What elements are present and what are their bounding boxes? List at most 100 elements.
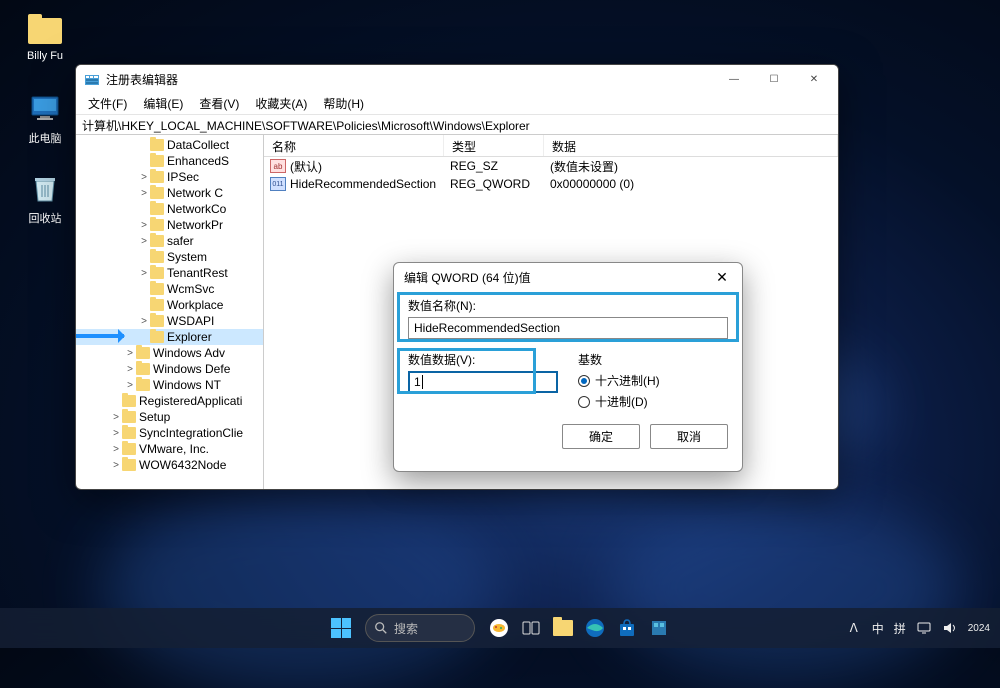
menu-file[interactable]: 文件(F) bbox=[80, 93, 135, 114]
tree-label: WSDAPI bbox=[167, 314, 214, 328]
menu-help[interactable]: 帮助(H) bbox=[315, 93, 372, 114]
value-data-input[interactable]: 1 bbox=[408, 371, 558, 393]
tree-label: Windows NT bbox=[153, 378, 221, 392]
close-button[interactable]: ✕ bbox=[794, 67, 834, 91]
tree-label: IPSec bbox=[167, 170, 199, 184]
menu-edit[interactable]: 编辑(E) bbox=[135, 93, 191, 114]
dialog-titlebar[interactable]: 编辑 QWORD (64 位)值 ✕ bbox=[394, 263, 742, 291]
tree-label: Setup bbox=[139, 410, 170, 424]
tree-item[interactable]: DataCollect bbox=[76, 137, 263, 153]
folder-icon bbox=[150, 331, 164, 343]
menubar: 文件(F) 编辑(E) 查看(V) 收藏夹(A) 帮助(H) bbox=[76, 93, 838, 115]
list-row[interactable]: ab(默认)REG_SZ(数值未设置) bbox=[264, 157, 838, 175]
tree-item[interactable]: EnhancedS bbox=[76, 153, 263, 169]
tree-item[interactable]: WcmSvc bbox=[76, 281, 263, 297]
tree-view[interactable]: DataCollectEnhancedS>IPSec>Network CNetw… bbox=[76, 135, 264, 489]
folder-icon bbox=[150, 187, 164, 199]
taskbar-app-1[interactable] bbox=[485, 614, 513, 642]
volume-icon[interactable] bbox=[942, 620, 958, 636]
folder-icon bbox=[122, 395, 136, 407]
ime-indicator-1[interactable]: 中 bbox=[872, 620, 884, 637]
tree-item[interactable]: >VMware, Inc. bbox=[76, 441, 263, 457]
tree-label: DataCollect bbox=[167, 138, 229, 152]
cancel-button[interactable]: 取消 bbox=[650, 424, 728, 449]
ime-indicator-2[interactable]: 拼 bbox=[894, 620, 906, 637]
taskbar: 搜索 ᐱ 中 拼 2024 bbox=[0, 608, 1000, 648]
tree-label: NetworkCo bbox=[167, 202, 226, 216]
desktop-icon-label: Billy Fu bbox=[15, 50, 75, 62]
folder-icon bbox=[28, 18, 62, 44]
folder-icon bbox=[136, 347, 150, 359]
tree-item[interactable]: >safer bbox=[76, 233, 263, 249]
ok-button[interactable]: 确定 bbox=[562, 424, 640, 449]
dialog-title: 编辑 QWORD (64 位)值 bbox=[404, 269, 712, 286]
tree-label: SyncIntegrationClie bbox=[139, 426, 243, 440]
list-row[interactable]: 011HideRecommendedSectionREG_QWORD0x0000… bbox=[264, 175, 838, 193]
col-data[interactable]: 数据 bbox=[544, 135, 838, 156]
maximize-button[interactable]: ☐ bbox=[754, 67, 794, 91]
tree-item[interactable]: >Windows Adv bbox=[76, 345, 263, 361]
tree-item[interactable]: >WOW6432Node bbox=[76, 457, 263, 473]
tree-item[interactable]: >NetworkPr bbox=[76, 217, 263, 233]
taskbar-task-view[interactable] bbox=[517, 614, 545, 642]
tree-label: Explorer bbox=[167, 330, 212, 344]
taskbar-store[interactable] bbox=[613, 614, 641, 642]
tree-item[interactable]: >Network C bbox=[76, 185, 263, 201]
tree-item[interactable]: NetworkCo bbox=[76, 201, 263, 217]
taskbar-search[interactable]: 搜索 bbox=[365, 614, 475, 642]
taskbar-file-explorer[interactable] bbox=[549, 614, 577, 642]
regedit-icon bbox=[84, 71, 100, 87]
string-value-icon: ab bbox=[270, 159, 286, 173]
tree-item[interactable]: >TenantRest bbox=[76, 265, 263, 281]
tree-label: RegisteredApplicati bbox=[139, 394, 242, 408]
folder-icon bbox=[136, 379, 150, 391]
tree-item[interactable]: >Windows NT bbox=[76, 377, 263, 393]
taskbar-edge[interactable] bbox=[581, 614, 609, 642]
radio-dec[interactable]: 十进制(D) bbox=[578, 393, 728, 410]
tree-item[interactable]: >SyncIntegrationClie bbox=[76, 425, 263, 441]
folder-icon bbox=[150, 171, 164, 183]
radio-icon bbox=[578, 396, 590, 408]
tree-item[interactable]: >WSDAPI bbox=[76, 313, 263, 329]
minimize-button[interactable]: — bbox=[714, 67, 754, 91]
desktop-icon-folder[interactable]: Billy Fu bbox=[15, 10, 75, 62]
folder-icon bbox=[150, 315, 164, 327]
folder-icon bbox=[136, 363, 150, 375]
titlebar[interactable]: 注册表编辑器 — ☐ ✕ bbox=[76, 65, 838, 93]
tree-label: safer bbox=[167, 234, 194, 248]
col-type[interactable]: 类型 bbox=[444, 135, 544, 156]
folder-icon bbox=[150, 219, 164, 231]
tree-label: Network C bbox=[167, 186, 223, 200]
tree-item[interactable]: >Setup bbox=[76, 409, 263, 425]
desktop-icon-this-pc[interactable]: 此电脑 bbox=[15, 90, 75, 146]
taskbar-app-2[interactable] bbox=[645, 614, 673, 642]
start-button[interactable] bbox=[327, 614, 355, 642]
desktop-icon-label: 回收站 bbox=[15, 210, 75, 226]
value-type: REG_QWORD bbox=[450, 177, 550, 191]
menu-favorites[interactable]: 收藏夹(A) bbox=[247, 93, 315, 114]
radio-hex[interactable]: 十六进制(H) bbox=[578, 372, 728, 389]
desktop-icon-recycle-bin[interactable]: 回收站 bbox=[15, 170, 75, 226]
menu-view[interactable]: 查看(V) bbox=[191, 93, 247, 114]
network-icon[interactable] bbox=[916, 620, 932, 636]
address-bar[interactable]: 计算机\HKEY_LOCAL_MACHINE\SOFTWARE\Policies… bbox=[76, 115, 838, 135]
tree-label: Workplace bbox=[167, 298, 223, 312]
tree-label: NetworkPr bbox=[167, 218, 223, 232]
tree-item[interactable]: >IPSec bbox=[76, 169, 263, 185]
dialog-close-button[interactable]: ✕ bbox=[712, 269, 732, 286]
folder-icon bbox=[150, 203, 164, 215]
tree-item[interactable]: Workplace bbox=[76, 297, 263, 313]
value-data: 0x00000000 (0) bbox=[550, 177, 838, 191]
tray-chevron-up-icon[interactable]: ᐱ bbox=[846, 620, 862, 636]
clock-year[interactable]: 2024 bbox=[968, 623, 990, 634]
tree-item[interactable]: System bbox=[76, 249, 263, 265]
tree-item[interactable]: RegisteredApplicati bbox=[76, 393, 263, 409]
folder-icon bbox=[122, 427, 136, 439]
window-title: 注册表编辑器 bbox=[106, 71, 714, 88]
col-name[interactable]: 名称 bbox=[264, 135, 444, 156]
folder-icon bbox=[122, 459, 136, 471]
tree-item[interactable]: Explorer bbox=[76, 329, 263, 345]
value-data: (数值未设置) bbox=[550, 158, 838, 175]
tree-item[interactable]: >Windows Defe bbox=[76, 361, 263, 377]
value-name-field[interactable]: HideRecommendedSection bbox=[408, 317, 728, 339]
